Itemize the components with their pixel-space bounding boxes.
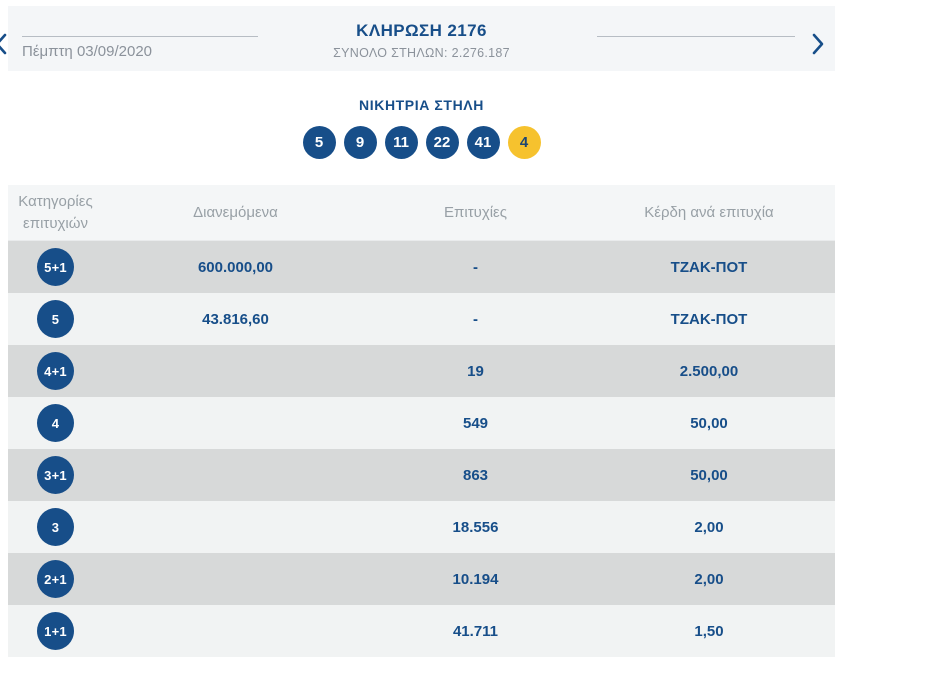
category-badge: 3+1 (37, 456, 74, 494)
header-prize: Κέρδη ανά επιτυχία (583, 185, 835, 240)
winning-number-ball: 41 (467, 126, 500, 159)
header-distributed: Διανεμόμενα (103, 185, 368, 240)
total-columns-label: ΣΥΝΟΛΟ ΣΤΗΛΩΝ: (333, 46, 448, 60)
winning-number-ball: 11 (385, 126, 418, 159)
distributed-value (103, 449, 368, 501)
prize-value: 2,00 (583, 501, 835, 553)
distributed-value (103, 345, 368, 397)
winners-value: 41.711 (368, 605, 583, 657)
header-category: Κατηγορίες επιτυχιών (8, 185, 103, 240)
category-badge: 2+1 (37, 560, 74, 598)
winners-value: - (368, 293, 583, 345)
winners-value: - (368, 241, 583, 293)
category-badge: 1+1 (37, 612, 74, 650)
table-row: 3+1 863 50,00 (8, 449, 835, 501)
winners-value: 18.556 (368, 501, 583, 553)
prize-value: ΤΖΑΚ-ΠΟΤ (583, 241, 835, 293)
category-badge: 5 (37, 300, 74, 338)
draw-navigation-header: Πέμπτη 03/09/2020 ΚΛΗΡΩΣΗ 2176 ΣΥΝΟΛΟ ΣΤ… (8, 6, 835, 71)
table-row: 3 18.556 2,00 (8, 501, 835, 553)
previous-draw-chevron-left-icon[interactable] (0, 33, 12, 55)
total-columns: ΣΥΝΟΛΟ ΣΤΗΛΩΝ: 2.276.187 (258, 46, 585, 60)
table-row: 5 43.816,60 - ΤΖΑΚ-ΠΟΤ (8, 293, 835, 345)
prize-value: 50,00 (583, 449, 835, 501)
distributed-value: 43.816,60 (103, 293, 368, 345)
distributed-value (103, 397, 368, 449)
prize-value: 2.500,00 (583, 345, 835, 397)
prize-value: 2,00 (583, 553, 835, 605)
winning-number-ball: 5 (303, 126, 336, 159)
winners-value: 10.194 (368, 553, 583, 605)
prize-value: 1,50 (583, 605, 835, 657)
table-row: 5+1 600.000,00 - ΤΖΑΚ-ΠΟΤ (8, 241, 835, 293)
prize-categories-table: Κατηγορίες επιτυχιών Διανεμόμενα Επιτυχί… (8, 185, 835, 657)
table-row: 4+1 19 2.500,00 (8, 345, 835, 397)
table-row: 4 549 50,00 (8, 397, 835, 449)
divider (597, 36, 795, 37)
winning-column-title: ΝΙΚΗΤΡΙΑ ΣΤΗΛΗ (8, 97, 835, 113)
distributed-value (103, 501, 368, 553)
draw-results-panel: Πέμπτη 03/09/2020 ΚΛΗΡΩΣΗ 2176 ΣΥΝΟΛΟ ΣΤ… (8, 6, 835, 657)
winning-column-section: ΝΙΚΗΤΡΙΑ ΣΤΗΛΗ 5 9 11 22 41 4 (8, 97, 835, 159)
next-draw-chevron-right-icon[interactable] (811, 33, 829, 55)
next-draw-section (585, 6, 835, 71)
previous-draw-section: Πέμπτη 03/09/2020 (8, 6, 258, 71)
header-winners: Επιτυχίες (368, 185, 583, 240)
current-draw-info: ΚΛΗΡΩΣΗ 2176 ΣΥΝΟΛΟ ΣΤΗΛΩΝ: 2.276.187 (258, 6, 585, 71)
category-badge: 4 (37, 404, 74, 442)
winners-value: 549 (368, 397, 583, 449)
winning-number-ball: 9 (344, 126, 377, 159)
category-badge: 3 (37, 508, 74, 546)
draw-date: Πέμπτη 03/09/2020 (22, 43, 258, 60)
winners-value: 863 (368, 449, 583, 501)
category-badge: 5+1 (37, 248, 74, 286)
distributed-value (103, 553, 368, 605)
distributed-value: 600.000,00 (103, 241, 368, 293)
winners-value: 19 (368, 345, 583, 397)
table-header-row: Κατηγορίες επιτυχιών Διανεμόμενα Επιτυχί… (8, 185, 835, 241)
prize-value: ΤΖΑΚ-ΠΟΤ (583, 293, 835, 345)
winning-numbers: 5 9 11 22 41 4 (8, 126, 835, 159)
category-badge: 4+1 (37, 352, 74, 390)
draw-title: ΚΛΗΡΩΣΗ 2176 (258, 21, 585, 41)
distributed-value (103, 605, 368, 657)
table-row: 1+1 41.711 1,50 (8, 605, 835, 657)
divider (22, 36, 258, 37)
winning-number-ball: 22 (426, 126, 459, 159)
bonus-number-ball: 4 (508, 126, 541, 159)
prize-value: 50,00 (583, 397, 835, 449)
total-columns-value: 2.276.187 (452, 46, 510, 60)
table-row: 2+1 10.194 2,00 (8, 553, 835, 605)
